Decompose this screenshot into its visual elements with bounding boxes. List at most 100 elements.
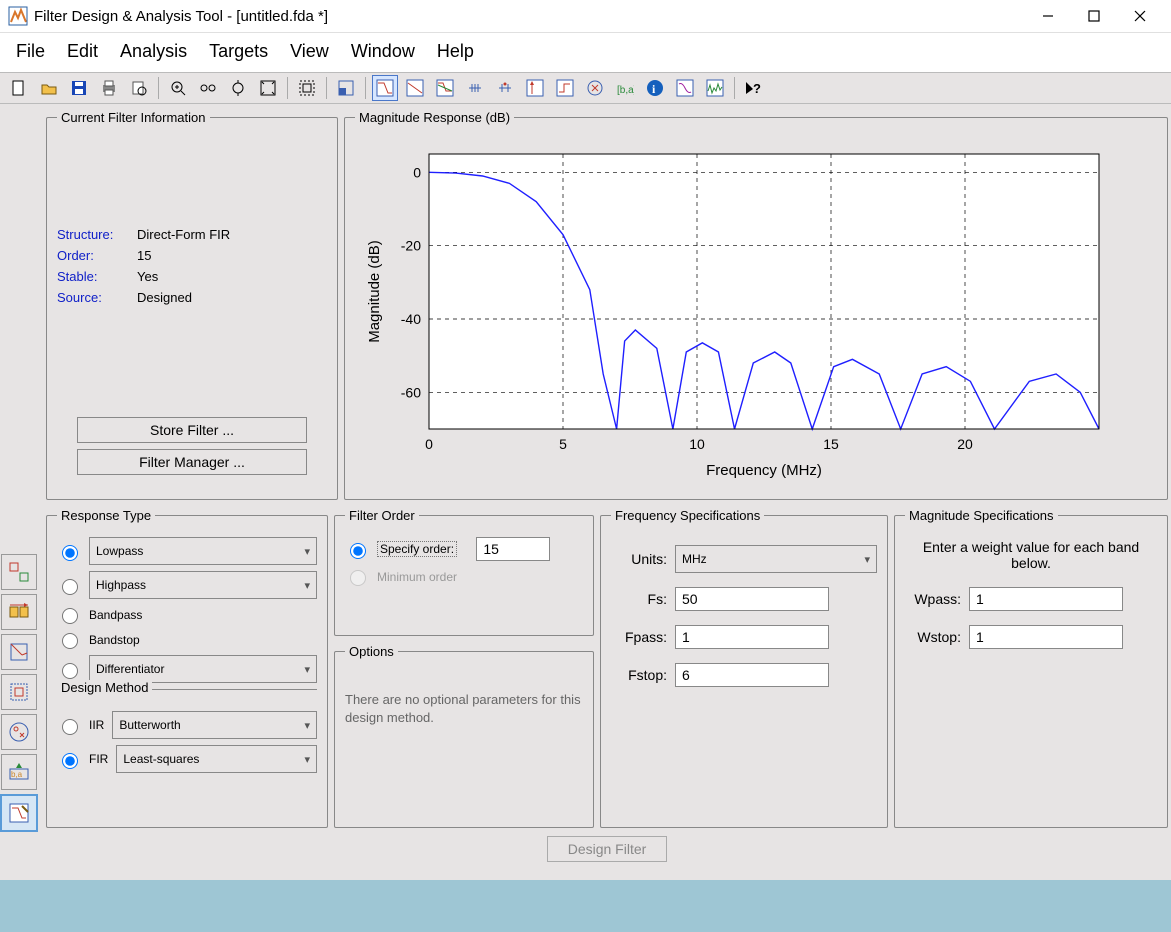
specify-order-label: Specify order: [377, 541, 457, 557]
rail-import-icon[interactable]: b,a [1, 754, 37, 790]
cfi-structure-label: Structure: [57, 227, 137, 242]
menubar: File Edit Analysis Targets View Window H… [0, 33, 1171, 72]
matlab-icon [8, 6, 28, 26]
impulse-resp-icon[interactable] [522, 75, 548, 101]
noise-icon[interactable] [702, 75, 728, 101]
radio-lowpass[interactable] [62, 545, 78, 561]
magnitude-est-icon[interactable] [672, 75, 698, 101]
radio-differentiator[interactable] [62, 663, 78, 679]
filter-specs-icon[interactable] [333, 75, 359, 101]
wpass-input[interactable] [969, 587, 1123, 611]
step-resp-icon[interactable] [552, 75, 578, 101]
mag-phase-icon[interactable] [432, 75, 458, 101]
radio-specify-order[interactable] [350, 543, 366, 559]
options-legend: Options [345, 644, 398, 659]
print-preview-icon[interactable] [126, 75, 152, 101]
radio-bandstop[interactable] [62, 633, 78, 649]
differentiator-label: Differentiator [96, 662, 164, 676]
minimize-button[interactable] [1025, 1, 1071, 31]
filter-manager-button[interactable]: Filter Manager ... [77, 449, 307, 475]
phase-delay-icon[interactable] [492, 75, 518, 101]
frequency-spec-panel: Frequency Specifications Units:MHz▾ Fs: … [600, 508, 888, 828]
zoom-fit-icon[interactable] [255, 75, 281, 101]
store-filter-button[interactable]: Store Filter ... [77, 417, 307, 443]
menu-help[interactable]: Help [437, 41, 474, 62]
plot-legend: Magnitude Response (dB) [355, 110, 514, 125]
window-title: Filter Design & Analysis Tool - [untitle… [34, 8, 1025, 25]
radio-fir[interactable] [62, 753, 78, 769]
magnitude-resp-icon[interactable] [372, 75, 398, 101]
rail-design-icon[interactable] [0, 794, 38, 832]
bandpass-label: Bandpass [89, 608, 142, 622]
chevron-down-icon: ▾ [304, 753, 310, 766]
cfi-order-value: 15 [137, 248, 151, 263]
svg-text:0: 0 [425, 436, 433, 452]
magnitude-response-panel: Magnitude Response (dB) 051015200-20-40-… [344, 110, 1168, 500]
info-icon[interactable]: i [642, 75, 668, 101]
chevron-down-icon: ▾ [304, 719, 310, 732]
chevron-down-icon: ▾ [304, 579, 310, 592]
polezero-icon[interactable] [582, 75, 608, 101]
menu-file[interactable]: File [16, 41, 45, 62]
lowpass-dropdown[interactable]: Lowpass ▾ [89, 537, 317, 565]
fpass-input[interactable] [675, 625, 829, 649]
context-help-icon[interactable]: ? [741, 75, 767, 101]
fstop-input[interactable] [675, 663, 829, 687]
order-input[interactable] [476, 537, 550, 561]
units-dropdown[interactable]: MHz▾ [675, 545, 877, 573]
phase-resp-icon[interactable] [402, 75, 428, 101]
design-filter-button[interactable]: Design Filter [547, 836, 668, 862]
mag-spec-hint: Enter a weight value for each band below… [905, 539, 1157, 571]
rail-transform-icon[interactable] [1, 594, 37, 630]
menu-window[interactable]: Window [351, 41, 415, 62]
rail-multirate-icon[interactable] [1, 674, 37, 710]
highpass-dropdown[interactable]: Highpass ▾ [89, 571, 317, 599]
iir-label: IIR [89, 718, 104, 732]
svg-text:Frequency (MHz): Frequency (MHz) [706, 462, 822, 479]
menu-targets[interactable]: Targets [209, 41, 268, 62]
new-icon[interactable] [6, 75, 32, 101]
fir-selection: Least-squares [123, 752, 199, 766]
menu-edit[interactable]: Edit [67, 41, 98, 62]
close-button[interactable] [1117, 1, 1163, 31]
titlebar: Filter Design & Analysis Tool - [untitle… [0, 0, 1171, 33]
open-icon[interactable] [36, 75, 62, 101]
iir-dropdown[interactable]: Butterworth ▾ [112, 711, 317, 739]
menu-analysis[interactable]: Analysis [120, 41, 187, 62]
zoom-in-icon[interactable] [165, 75, 191, 101]
units-label: Units: [611, 551, 667, 567]
full-view-icon[interactable] [294, 75, 320, 101]
wstop-input[interactable] [969, 625, 1123, 649]
rail-realize-icon[interactable] [1, 554, 37, 590]
zoom-x-icon[interactable] [195, 75, 221, 101]
radio-iir[interactable] [62, 719, 78, 735]
radio-highpass[interactable] [62, 579, 78, 595]
app-window: Filter Design & Analysis Tool - [untitle… [0, 0, 1171, 880]
filter-order-legend: Filter Order [345, 508, 419, 523]
iir-selection: Butterworth [119, 718, 180, 732]
differentiator-dropdown[interactable]: Differentiator▾ [89, 655, 317, 683]
print-icon[interactable] [96, 75, 122, 101]
chevron-down-icon: ▾ [864, 553, 870, 566]
filter-order-panel: Filter Order Specify order: Minimum orde… [334, 508, 594, 636]
chevron-down-icon: ▾ [304, 545, 310, 558]
maximize-button[interactable] [1071, 1, 1117, 31]
fs-input[interactable] [675, 587, 829, 611]
magnitude-spec-panel: Magnitude Specifications Enter a weight … [894, 508, 1168, 828]
group-delay-icon[interactable] [462, 75, 488, 101]
coefficients-icon[interactable]: [b,a] [612, 75, 638, 101]
svg-text:?: ? [753, 81, 761, 96]
zoom-y-icon[interactable] [225, 75, 251, 101]
magnitude-response-chart: 051015200-20-40-60Frequency (MHz)Magnitu… [355, 133, 1157, 495]
toolbar: [b,a] i ? [0, 72, 1171, 104]
radio-bandpass[interactable] [62, 608, 78, 624]
fir-dropdown[interactable]: Least-squares ▾ [116, 745, 317, 773]
rail-quantize-icon[interactable] [1, 634, 37, 670]
highpass-label: Highpass [96, 578, 146, 592]
save-icon[interactable] [66, 75, 92, 101]
lowpass-label: Lowpass [96, 544, 143, 558]
rail-polezero-icon[interactable] [1, 714, 37, 750]
wpass-label: Wpass: [905, 591, 961, 607]
left-tool-rail: b,a [0, 104, 38, 880]
menu-view[interactable]: View [290, 41, 329, 62]
